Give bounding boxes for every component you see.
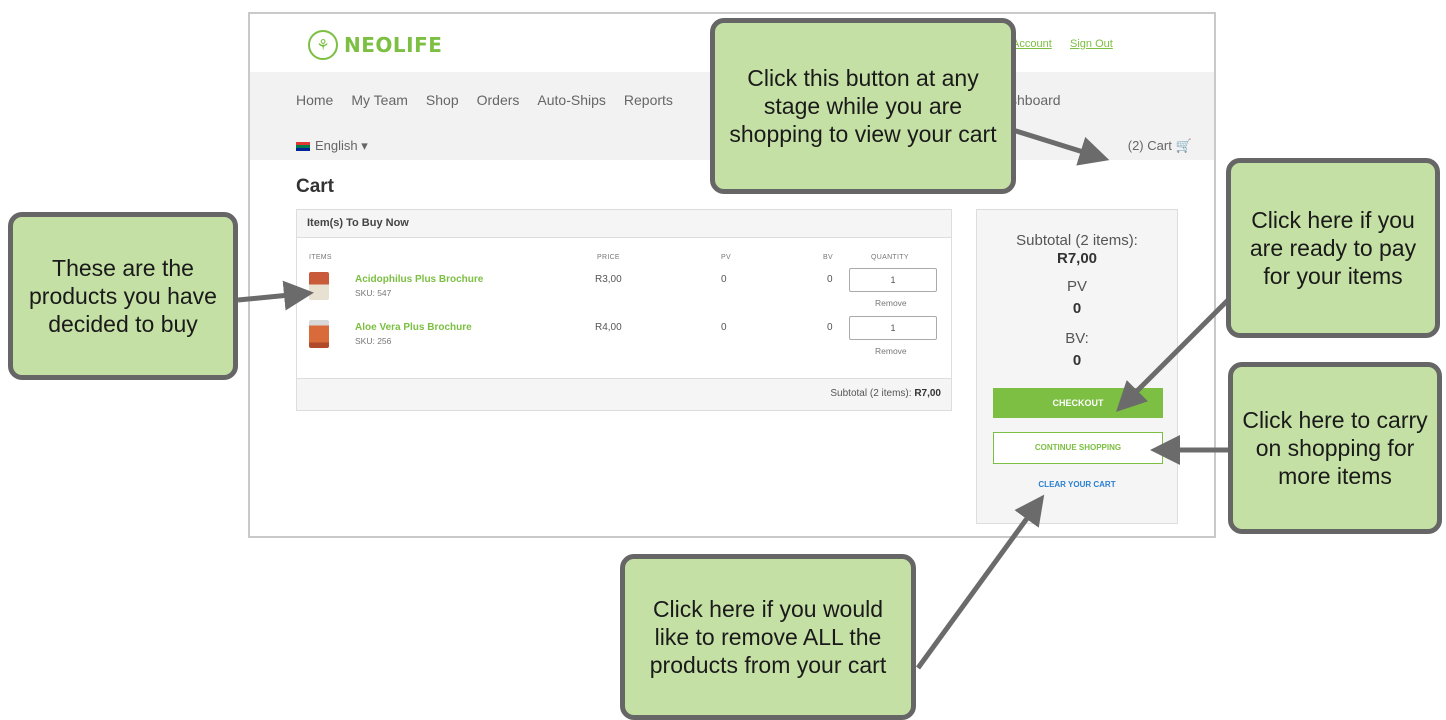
callout-continue: Click here to carry on shopping for more… <box>1228 362 1442 534</box>
callout-products: These are the products you have decided … <box>8 212 238 380</box>
callout-clear-cart: Click here if you would like to remove A… <box>620 554 916 720</box>
arrow-to-clear-cart <box>915 494 1045 670</box>
arrow-to-products <box>237 280 314 311</box>
callout-checkout: Click here if you are ready to pay for y… <box>1226 158 1440 338</box>
callout-view-cart: Click this button at any stage while you… <box>710 18 1016 194</box>
